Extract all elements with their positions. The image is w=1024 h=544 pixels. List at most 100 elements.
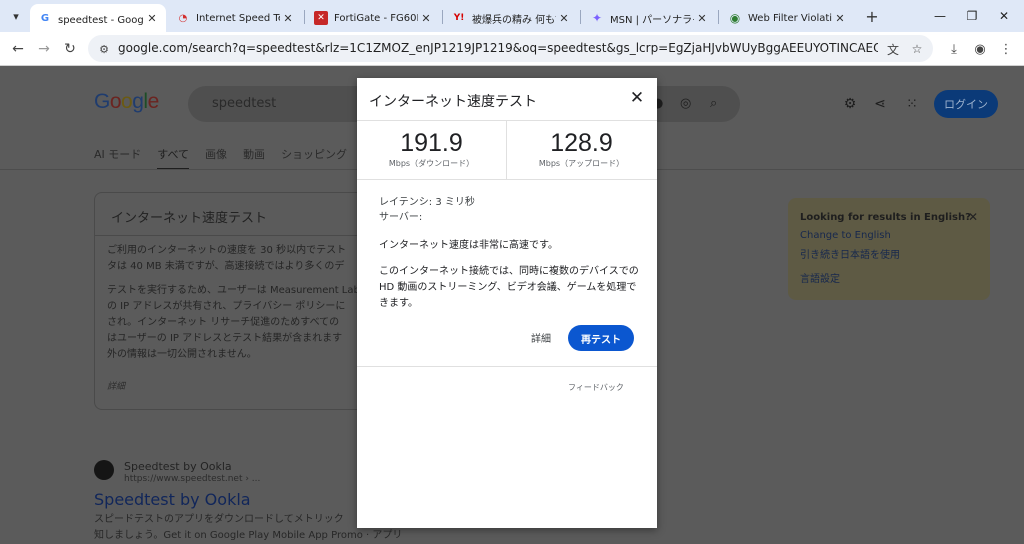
login-button[interactable]: ログイン	[934, 90, 998, 118]
card-details-link[interactable]: 詳細	[107, 379, 125, 392]
close-tab-icon[interactable]: ✕	[556, 12, 572, 25]
retest-button[interactable]: 再テスト	[568, 325, 634, 351]
tab-videos[interactable]: 動画	[243, 146, 265, 170]
close-tab-icon[interactable]: ✕	[694, 12, 710, 25]
tab-fortigate[interactable]: ✕ FortiGate - FG60F-B-\ ✕	[306, 4, 440, 32]
text-line: 知しましょう。Get it on Google Play Mobile App …	[94, 530, 403, 541]
plus-icon: +	[865, 6, 879, 26]
bookmark-star-icon[interactable]: ☆	[908, 40, 926, 58]
minimize-icon: —	[934, 9, 946, 23]
close-tab-icon[interactable]: ✕	[832, 12, 848, 25]
close-tab-icon[interactable]: ✕	[418, 12, 434, 25]
tab-title: speedtest - Google 検	[58, 14, 144, 26]
tab-title: Internet Speed Test | F	[196, 12, 280, 24]
tab-images[interactable]: 画像	[205, 146, 227, 170]
text-line: され。インターネット リサーチ促進のためすべての	[107, 317, 340, 328]
close-window-button[interactable]: ✕	[986, 4, 1022, 28]
text-line: テストを実行するため、ユーザーは Measurement Lab	[107, 285, 360, 296]
speedometer-favicon-icon: ◔	[178, 12, 188, 24]
minimize-button[interactable]: —	[922, 4, 958, 28]
result-url: https://www.speedtest.net › ...	[124, 474, 261, 484]
yahoo-favicon-icon: Y!	[453, 13, 465, 23]
close-icon[interactable]: ✕	[968, 210, 978, 224]
divider	[357, 179, 657, 180]
new-tab-button[interactable]: +	[862, 6, 882, 26]
text-line: ご利用のインターネットの速度を 30 秒以内でテスト	[107, 245, 347, 256]
search-query[interactable]: speedtest	[212, 96, 276, 111]
site-info-icon[interactable]: ⚙	[96, 41, 112, 57]
card-paragraph-1: ご利用のインターネットの速度を 30 秒以内でテスト タは 40 MB 未満です…	[107, 243, 387, 275]
server-text: サーバー:	[379, 212, 423, 223]
result-site-name: Speedtest by Ookla	[124, 460, 232, 473]
kebab-menu-icon[interactable]: ⋮	[996, 39, 1016, 59]
tab-title: FortiGate - FG60F-B-\	[334, 12, 418, 24]
close-tab-icon[interactable]: ✕	[280, 12, 296, 25]
arrow-right-icon: →	[38, 41, 50, 57]
search-filter-tabs: AI モード すべて 画像 動画 ショッピング	[94, 146, 347, 170]
translate-icon[interactable]: 文	[884, 40, 902, 58]
chevron-down-icon: ▾	[13, 9, 19, 23]
change-to-english-link[interactable]: Change to English	[800, 230, 891, 241]
speed-description: このインターネット接続では、同時に複数のデバイスでの HD 動画のストリーミング…	[379, 266, 639, 309]
latency-text: レイテンシ: 3 ミリ秒	[379, 197, 475, 208]
share-icon[interactable]: ⋖	[870, 94, 890, 114]
upload-speed: 128.9 Mbps（アップロード）	[507, 128, 656, 169]
address-bar[interactable]: ⚙ google.com/search?q=speedtest&rlz=1C1Z…	[88, 35, 933, 62]
restore-icon: ❐	[966, 9, 978, 23]
speed-test-dialog: インターネット速度テスト ✕ 191.9 Mbps（ダウンロード） 128.9 …	[357, 78, 657, 528]
tab-all[interactable]: すべて	[157, 146, 190, 170]
reload-icon: ↻	[64, 41, 76, 57]
text-line: 外の情報は一切公開されません。	[107, 349, 257, 360]
tab-shopping[interactable]: ショッピング	[281, 146, 347, 170]
language-settings-link[interactable]: 言語設定	[800, 270, 840, 285]
card-title: インターネット速度テスト	[111, 211, 268, 226]
browser-toolbar: ← → ↻ ⚙ google.com/search?q=speedtest&rl…	[0, 32, 1024, 66]
profile-icon[interactable]: ◉	[970, 39, 990, 59]
tab-separator	[304, 10, 305, 24]
tab-internet-speed-test[interactable]: ◔ Internet Speed Test | F ✕	[168, 4, 302, 32]
forward-button[interactable]: →	[34, 39, 54, 59]
tab-separator	[580, 10, 581, 24]
tab-yahoo-news[interactable]: Y! 被爆兵の精み 何もでき ✕	[444, 4, 578, 32]
divider	[357, 366, 657, 367]
tab-separator	[442, 10, 443, 24]
close-icon: ✕	[998, 9, 1010, 23]
prompt-title: Looking for results in English?	[800, 212, 971, 223]
text-line: タは 40 MB 未満ですが、高速接続ではより多くのデ	[107, 261, 345, 272]
close-icon: ✕	[629, 88, 645, 108]
tab-separator	[718, 10, 719, 24]
fortinet-favicon-icon: ✕	[314, 11, 328, 25]
english-results-prompt: Looking for results in English? ✕ Change…	[788, 198, 990, 300]
close-dialog-button[interactable]: ✕	[627, 88, 647, 108]
reload-button[interactable]: ↻	[60, 39, 80, 59]
tab-web-filter-violation[interactable]: ◉ Web Filter Violation ✕	[720, 4, 854, 32]
web-filter-favicon-icon: ◉	[729, 11, 741, 25]
google-logo[interactable]: Google	[94, 90, 159, 114]
lens-icon[interactable]: ◎	[680, 96, 691, 111]
text-line: の IP アドレスが共有され、プライバシー ポリシーに	[107, 301, 346, 312]
keep-japanese-link[interactable]: 引き続き日本語を使用	[800, 246, 900, 261]
ookla-logo-icon	[94, 460, 114, 480]
restore-button[interactable]: ❐	[954, 4, 990, 28]
tab-ai-mode[interactable]: AI モード	[94, 146, 141, 170]
tab-strip: ▾ G speedtest - Google 検 ✕ ◔ Internet Sp…	[0, 0, 1024, 32]
details-button[interactable]: 詳細	[531, 330, 551, 345]
result-title-link[interactable]: Speedtest by Ookla	[94, 490, 251, 509]
apps-grid-icon[interactable]: ⁙	[902, 94, 922, 114]
back-button[interactable]: ←	[8, 39, 28, 59]
close-tab-icon[interactable]: ✕	[144, 12, 160, 25]
tab-search-button[interactable]: ▾	[6, 6, 26, 26]
divider	[95, 235, 393, 236]
speed-status: インターネット速度は非常に高速です。	[379, 240, 558, 251]
search-icon[interactable]: ⌕	[710, 96, 717, 111]
tab-google-search[interactable]: G speedtest - Google 検 ✕	[30, 4, 166, 32]
feedback-link[interactable]: フィードバック	[568, 382, 624, 393]
downloads-icon[interactable]: ⤓	[944, 39, 964, 59]
google-favicon-icon: G	[40, 12, 50, 24]
speed-test-card: インターネット速度テスト ご利用のインターネットの速度を 30 秒以内でテスト …	[94, 192, 394, 410]
url-text[interactable]: google.com/search?q=speedtest&rlz=1C1ZMO…	[118, 41, 878, 55]
arrow-left-icon: ←	[12, 41, 24, 57]
settings-gear-icon[interactable]: ⚙	[840, 94, 860, 114]
tab-msn[interactable]: ✦ MSN | パーソナライズされ ✕	[582, 4, 716, 32]
divider	[357, 120, 657, 121]
